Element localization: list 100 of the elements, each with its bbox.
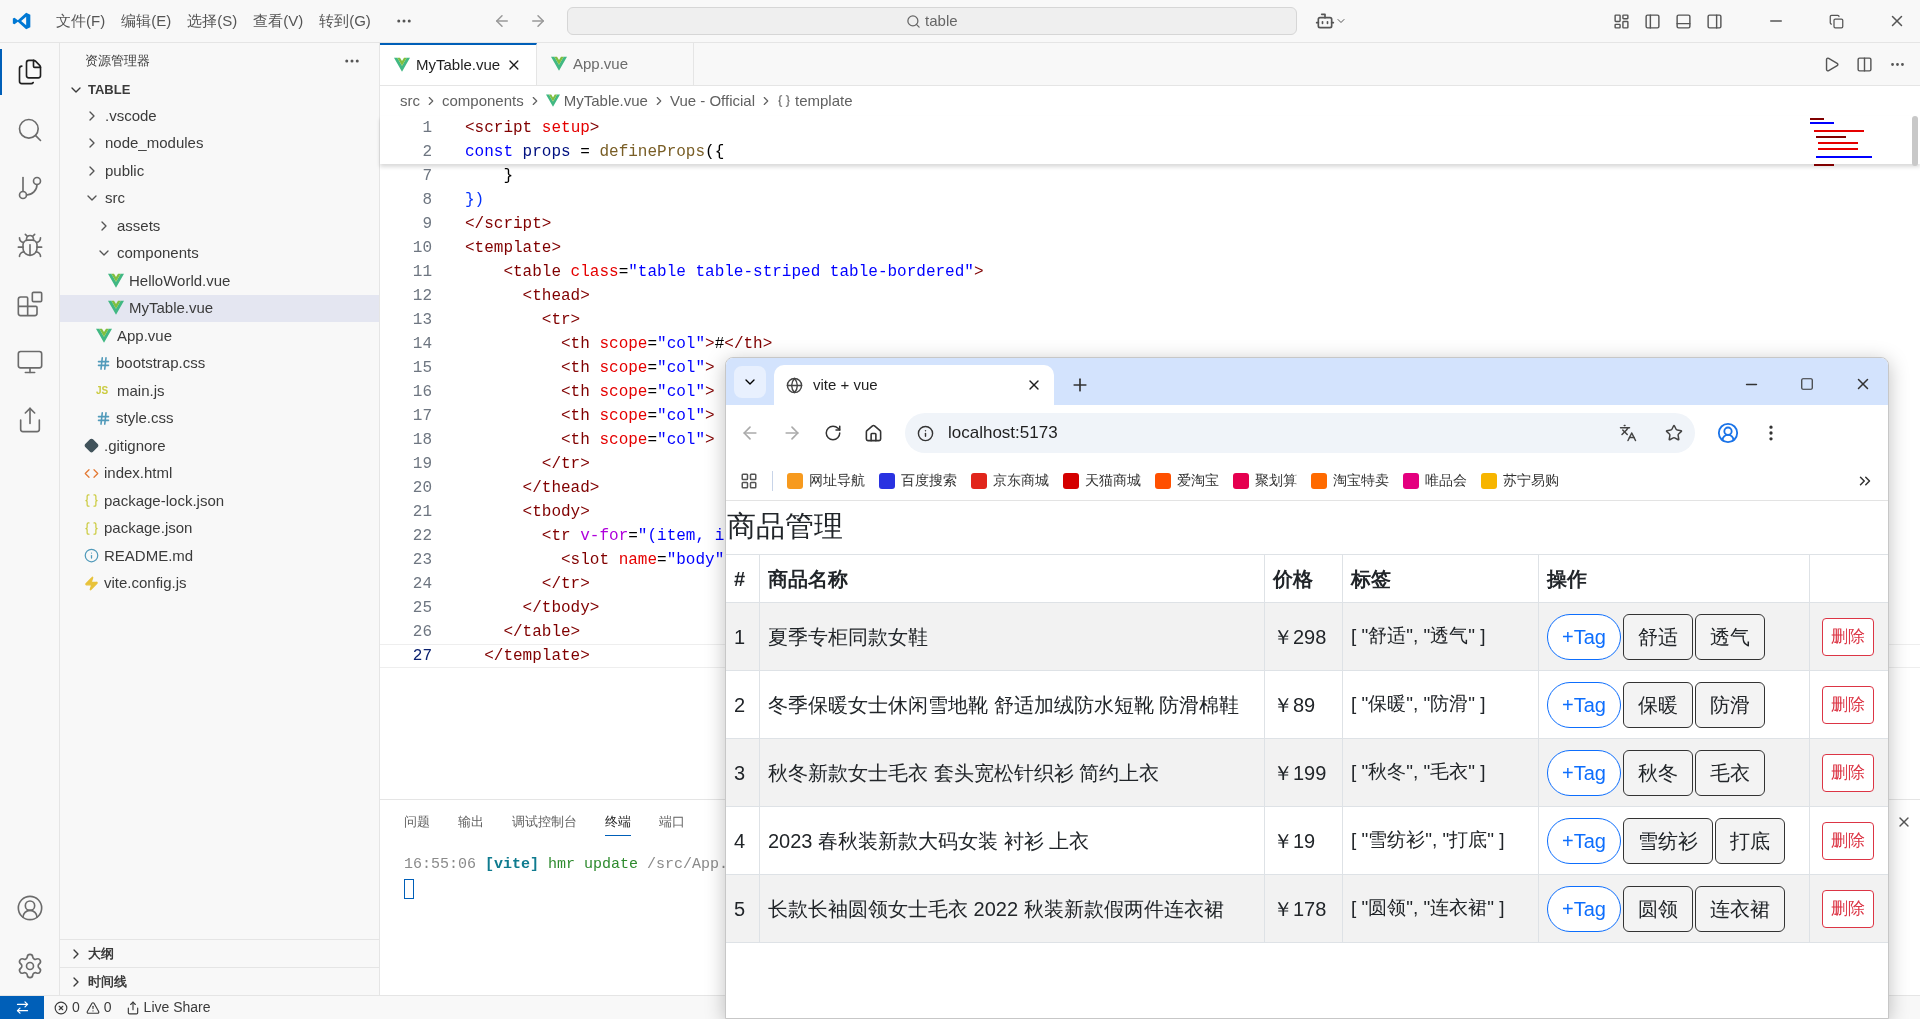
tree-item[interactable]: src	[60, 184, 379, 212]
translate-icon[interactable]	[1619, 424, 1637, 442]
live-share-status[interactable]: Live Share	[125, 997, 211, 1018]
bookmark[interactable]: 京东商城	[971, 470, 1049, 491]
reload-icon[interactable]	[824, 424, 842, 442]
tree-item[interactable]: vite.config.js	[60, 569, 379, 597]
panel-tab[interactable]: 端口	[659, 808, 685, 836]
share-icon[interactable]	[125, 1000, 140, 1015]
tree-item[interactable]: bootstrap.css	[60, 349, 379, 377]
arrows-icon[interactable]	[14, 1000, 30, 1015]
restore-icon[interactable]	[1829, 13, 1844, 29]
tree-item[interactable]: package-lock.json	[60, 487, 379, 515]
breadcrumb-item[interactable]: Vue - Official	[669, 89, 755, 113]
info-icon[interactable]	[917, 424, 934, 442]
add-tag-button[interactable]: +Tag	[1547, 817, 1621, 864]
tree-item[interactable]: style.css	[60, 404, 379, 432]
add-tag-button[interactable]: +Tag	[1547, 749, 1621, 796]
error-icon[interactable]	[54, 1000, 68, 1015]
run-icon[interactable]	[1823, 55, 1840, 73]
menu-item[interactable]: 选择(S)	[187, 9, 238, 33]
tree-item[interactable]: .gitignore	[60, 432, 379, 460]
panel-tab[interactable]: 问题	[404, 808, 430, 836]
bookmark[interactable]: 爱淘宝	[1155, 470, 1219, 491]
editor-tab[interactable]: MyTable.vue	[380, 43, 537, 85]
tag-button[interactable]: 秋冬	[1622, 749, 1693, 796]
bookmark[interactable]: 百度搜索	[879, 470, 957, 491]
home-icon[interactable]	[864, 423, 883, 443]
apps-icon[interactable]	[740, 471, 758, 490]
tree-item[interactable]: README.md	[60, 542, 379, 570]
warning-icon[interactable]	[85, 1000, 100, 1015]
tree-item[interactable]: assets	[60, 212, 379, 240]
tree-item[interactable]: index.html	[60, 459, 379, 487]
layout-icon[interactable]	[1613, 12, 1630, 30]
delete-button[interactable]: 删除	[1822, 617, 1874, 656]
remote-button[interactable]	[0, 996, 44, 1019]
breadcrumb-item[interactable]: MyTable.vue	[563, 89, 648, 113]
search-field[interactable]: table	[566, 7, 1297, 35]
tree-item[interactable]: package.json	[60, 514, 379, 542]
panel-right-icon[interactable]	[1706, 12, 1723, 30]
branch-icon[interactable]	[16, 174, 44, 202]
panel-tab[interactable]: 输出	[458, 808, 484, 836]
tree-item[interactable]: MyTable.vue	[60, 294, 379, 322]
delete-button[interactable]: 删除	[1822, 821, 1874, 860]
editor-tab[interactable]: App.vue	[537, 43, 694, 85]
tag-button[interactable]: 保暖	[1622, 681, 1693, 728]
scrollbar-thumb[interactable]	[1912, 116, 1918, 166]
tree-item[interactable]: HelloWorld.vue	[60, 267, 379, 295]
maximize-icon[interactable]	[1800, 377, 1814, 391]
bookmark[interactable]: 网址导航	[787, 470, 865, 491]
logo-icon[interactable]	[12, 11, 32, 31]
menu-item[interactable]: 编辑(E)	[121, 9, 172, 33]
tag-button[interactable]: 打底	[1714, 817, 1785, 864]
delete-button[interactable]: 删除	[1822, 685, 1874, 724]
tree-section-header[interactable]: TABLE	[60, 78, 379, 102]
blocks-icon[interactable]	[16, 290, 44, 318]
bookmark[interactable]: 天猫商城	[1063, 470, 1141, 491]
search-icon[interactable]	[16, 116, 44, 144]
settings-icon[interactable]	[16, 952, 44, 980]
breadcrumb-item[interactable]: components	[442, 89, 524, 113]
tree-item[interactable]: node_modules	[60, 129, 379, 157]
tag-button[interactable]: 透气	[1694, 613, 1765, 660]
breadcrumb-item[interactable]: template	[795, 89, 853, 113]
add-tag-button[interactable]: +Tag	[1547, 681, 1621, 728]
profile-icon[interactable]	[1717, 422, 1739, 444]
tree-item[interactable]: public	[60, 157, 379, 185]
bookmark[interactable]: 唯品会	[1403, 470, 1467, 491]
star-icon[interactable]	[1665, 424, 1683, 442]
tag-button[interactable]: 圆领	[1622, 885, 1693, 932]
browser-tab[interactable]: vite + vue	[774, 365, 1054, 405]
delete-button[interactable]: 删除	[1822, 889, 1874, 928]
address-bar[interactable]: localhost:5173	[905, 413, 1695, 453]
tree-item[interactable]: .vscode	[60, 102, 379, 130]
delete-button[interactable]: 删除	[1822, 753, 1874, 792]
add-tag-button[interactable]: +Tag	[1547, 613, 1621, 660]
tag-button[interactable]: 防滑	[1694, 681, 1765, 728]
tag-button[interactable]: 舒适	[1622, 613, 1693, 660]
error-count[interactable]: 0	[72, 997, 80, 1018]
panel-left-icon[interactable]	[1644, 12, 1661, 30]
tree-item[interactable]: JS main.js	[60, 377, 379, 405]
panel-tab[interactable]: 调试控制台	[512, 808, 577, 836]
split-icon[interactable]	[1856, 55, 1873, 73]
breadcrumb-item[interactable]: src	[400, 89, 420, 113]
tag-button[interactable]: 连衣裙	[1694, 885, 1785, 932]
panel-bottom-icon[interactable]	[1675, 12, 1692, 30]
menu-item[interactable]: 转到(G)	[319, 9, 371, 33]
add-tag-button[interactable]: +Tag	[1547, 885, 1621, 932]
bookmark[interactable]: 聚划算	[1233, 470, 1297, 491]
bookmark[interactable]: 苏宁易购	[1481, 470, 1559, 491]
warning-count[interactable]: 0	[103, 997, 112, 1018]
menu-item[interactable]: 文件(F)	[56, 9, 106, 33]
tag-button[interactable]: 毛衣	[1694, 749, 1765, 796]
panel-tab[interactable]: 终端	[605, 807, 631, 837]
robot-icon[interactable]	[1314, 11, 1335, 31]
tree-item[interactable]: components	[60, 239, 379, 267]
section-header[interactable]: 大纲	[60, 939, 379, 967]
tree-item[interactable]: App.vue	[60, 322, 379, 350]
menu-item[interactable]: 查看(V)	[253, 9, 304, 33]
monitor-icon[interactable]	[16, 348, 44, 376]
bookmark[interactable]: 淘宝特卖	[1311, 470, 1389, 491]
account-icon[interactable]	[16, 894, 44, 922]
